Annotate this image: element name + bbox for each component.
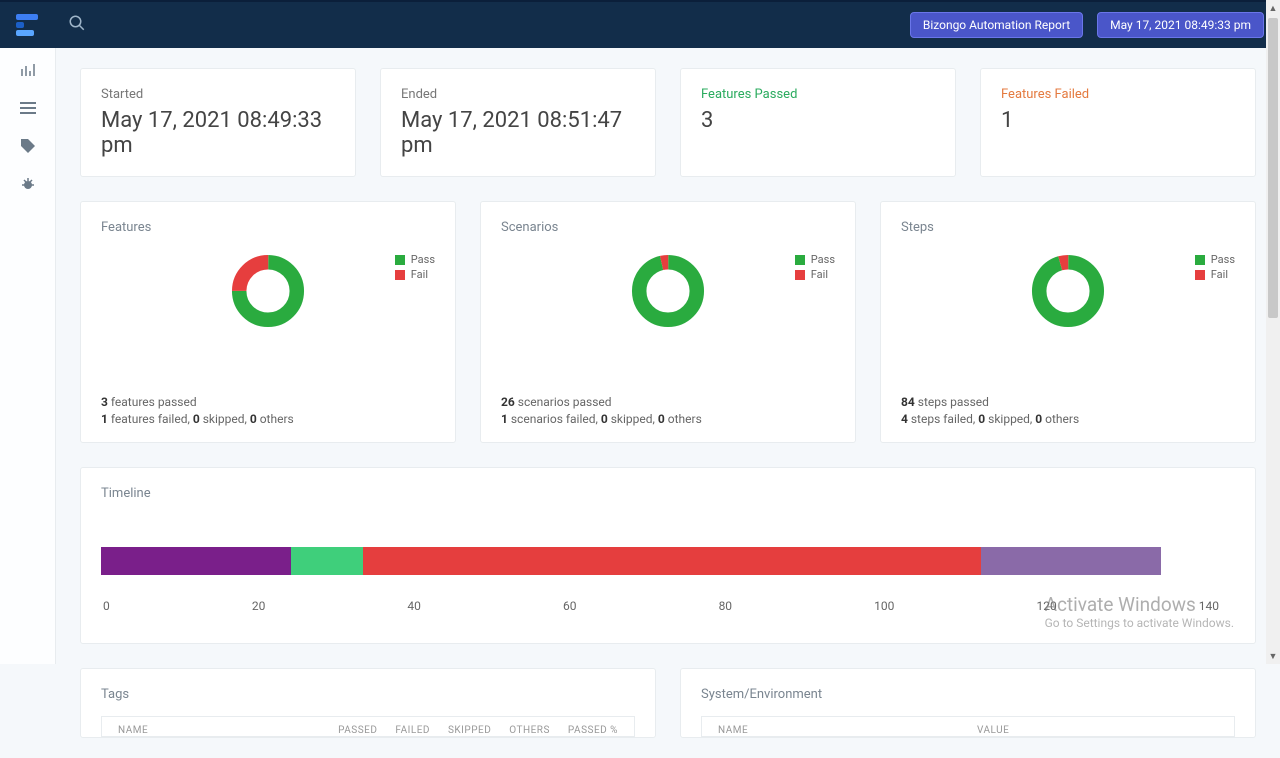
features-passed-label: Features Passed: [701, 87, 935, 102]
scenarios-passed-line: 26 scenarios passed: [501, 395, 835, 409]
env-table-header: NAME VALUE: [701, 716, 1235, 737]
features-passed-line: 3 features passed: [101, 395, 435, 409]
tl-tick: 20: [252, 599, 266, 613]
legend-pass: Pass: [1211, 253, 1235, 266]
timeline-bar: [101, 547, 1161, 575]
steps-chart-card: Steps Pass Fail 84 steps passed 4 steps …: [880, 201, 1256, 443]
steps-donut: [1030, 253, 1106, 329]
features-donut: [230, 253, 306, 329]
vertical-scrollbar[interactable]: ▲ ▼: [1266, 0, 1280, 664]
summary-ended: Ended May 17, 2021 08:51:47 pm: [380, 68, 656, 177]
features-passed-value: 3: [701, 108, 935, 133]
timeline-card: Timeline 0 20 40 60 80 100 120 140: [80, 467, 1256, 644]
timeline-axis: 0 20 40 60 80 100 120 140: [101, 599, 1221, 613]
timeline-seg-2: [291, 547, 363, 575]
steps-legend: Pass Fail: [1195, 253, 1235, 283]
features-chart-title: Features: [101, 220, 435, 235]
steps-chart-title: Steps: [901, 220, 1235, 235]
legend-fail: Fail: [411, 268, 428, 281]
features-failed-line: 1 features failed, 0 skipped, 0 others: [101, 412, 435, 426]
timeline-seg-3: [363, 547, 981, 575]
scenarios-chart-title: Scenarios: [501, 220, 835, 235]
th-name: NAME: [118, 725, 320, 736]
scenarios-failed-line: 1 scenarios failed, 0 skipped, 0 others: [501, 412, 835, 426]
features-chart-card: Features Pass Fail 3 features passed 1 f…: [80, 201, 456, 443]
summary-features-passed: Features Passed 3: [680, 68, 956, 177]
th-others: OTHERS: [509, 725, 550, 736]
scroll-thumb[interactable]: [1268, 18, 1278, 318]
ended-value: May 17, 2021 08:51:47 pm: [401, 108, 635, 158]
legend-pass: Pass: [411, 253, 435, 266]
legend-pass: Pass: [811, 253, 835, 266]
scenarios-legend: Pass Fail: [795, 253, 835, 283]
summary-started: Started May 17, 2021 08:49:33 pm: [80, 68, 356, 177]
tl-tick: 0: [103, 599, 110, 613]
th-value: VALUE: [977, 725, 1218, 736]
list-icon[interactable]: [20, 100, 36, 116]
ended-label: Ended: [401, 87, 635, 102]
header-bar: Bizongo Automation Report May 17, 2021 0…: [0, 2, 1280, 48]
tl-tick: 40: [407, 599, 421, 613]
app-logo: [16, 11, 40, 39]
th-name: NAME: [718, 725, 959, 736]
scroll-up-icon[interactable]: ▲: [1266, 0, 1280, 16]
report-title-badge[interactable]: Bizongo Automation Report: [910, 12, 1083, 38]
th-passed: PASSED: [338, 725, 377, 736]
report-time-badge[interactable]: May 17, 2021 08:49:33 pm: [1097, 12, 1264, 38]
scroll-down-icon[interactable]: ▼: [1266, 648, 1280, 664]
scenarios-donut: [630, 253, 706, 329]
timeline-seg-1: [101, 547, 291, 575]
steps-failed-line: 4 steps failed, 0 skipped, 0 others: [901, 412, 1235, 426]
tl-tick: 140: [1199, 599, 1219, 613]
th-skipped: SKIPPED: [448, 725, 491, 736]
legend-fail: Fail: [811, 268, 828, 281]
timeline-seg-4: [981, 547, 1161, 575]
tags-table-header: NAME PASSED FAILED SKIPPED OTHERS PASSED…: [101, 716, 635, 737]
started-label: Started: [101, 87, 335, 102]
tl-tick: 120: [1036, 599, 1056, 613]
bug-icon[interactable]: [20, 176, 36, 192]
started-value: May 17, 2021 08:49:33 pm: [101, 108, 335, 158]
features-failed-value: 1: [1001, 108, 1235, 133]
features-failed-label: Features Failed: [1001, 87, 1235, 102]
tags-title: Tags: [101, 687, 635, 702]
th-failed: FAILED: [395, 725, 430, 736]
tl-tick: 60: [563, 599, 577, 613]
env-card: System/Environment NAME VALUE: [680, 668, 1256, 738]
tl-tick: 100: [874, 599, 894, 613]
summary-features-failed: Features Failed 1: [980, 68, 1256, 177]
th-passedpct: PASSED %: [568, 725, 618, 736]
scenarios-chart-card: Scenarios Pass Fail 26 scenarios passed …: [480, 201, 856, 443]
features-legend: Pass Fail: [395, 253, 435, 283]
tags-card: Tags NAME PASSED FAILED SKIPPED OTHERS P…: [80, 668, 656, 738]
steps-passed-line: 84 steps passed: [901, 395, 1235, 409]
env-title: System/Environment: [701, 687, 1235, 702]
dashboard-icon[interactable]: [20, 62, 36, 78]
timeline-title: Timeline: [101, 486, 1235, 501]
tag-icon[interactable]: [20, 138, 36, 154]
search-icon[interactable]: [68, 14, 86, 37]
sidebar: [0, 48, 56, 664]
tl-tick: 80: [719, 599, 733, 613]
legend-fail: Fail: [1211, 268, 1228, 281]
